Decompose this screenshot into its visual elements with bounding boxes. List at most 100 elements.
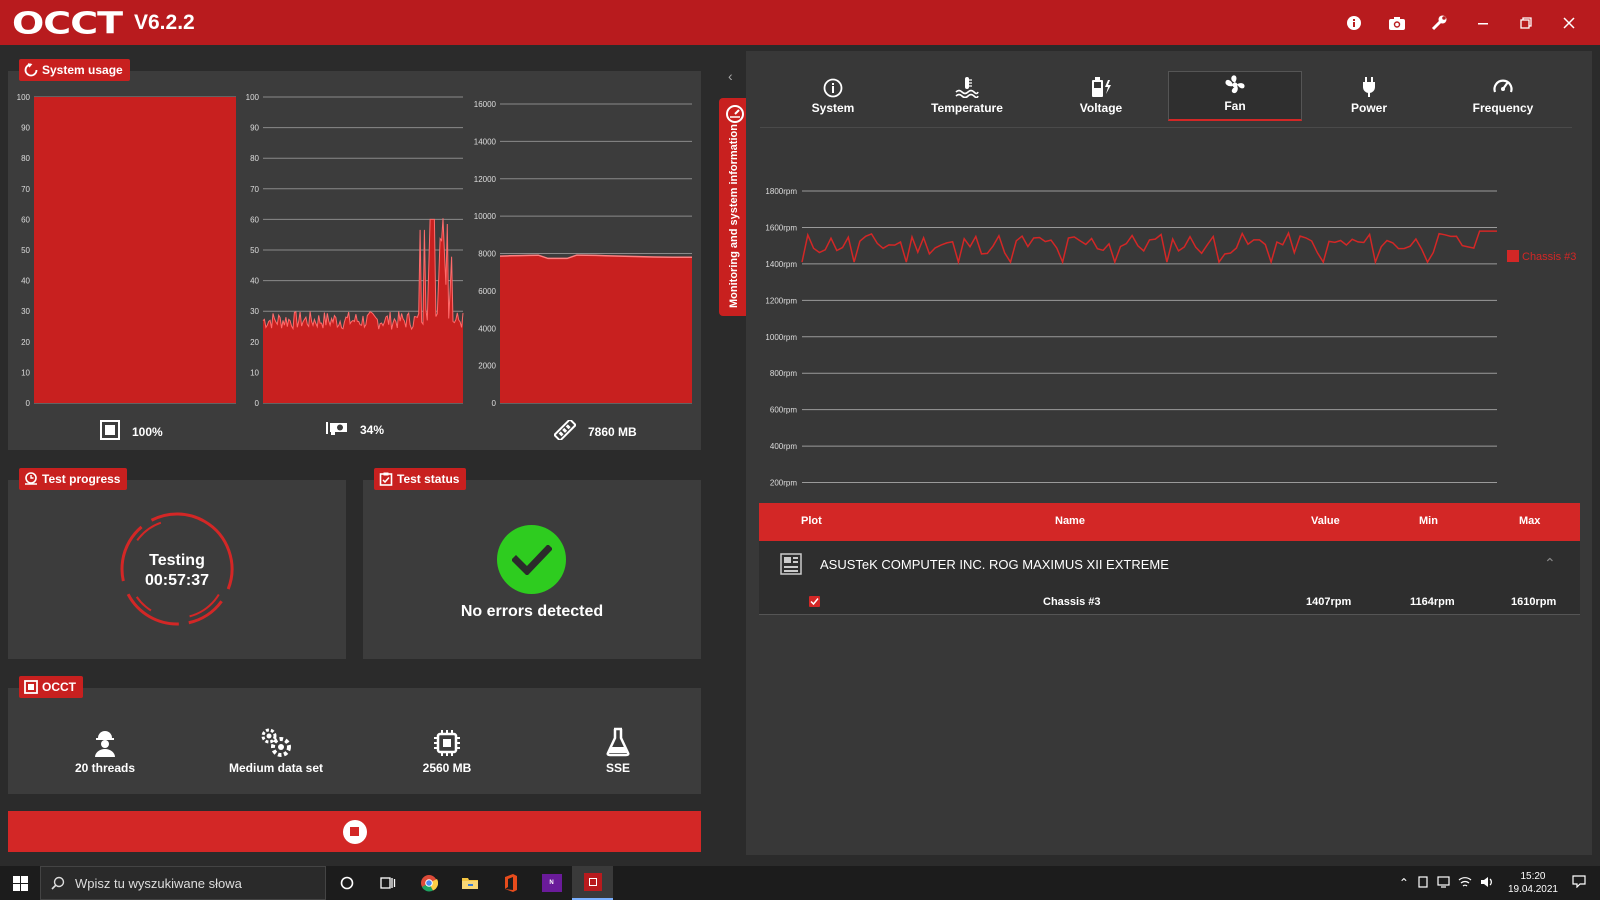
- stop-icon[interactable]: [342, 819, 367, 844]
- y-tick-label: 6000: [478, 287, 496, 296]
- gpu-usage-area: [263, 218, 463, 403]
- col-plot[interactable]: Plot: [801, 515, 822, 527]
- cpu-usage-area: [34, 97, 236, 403]
- device-group-row[interactable]: ASUSTeK COMPUTER INC. ROG MAXIMUS XII EX…: [759, 541, 1580, 615]
- flask-icon: [533, 723, 703, 757]
- y-tick-label: 50: [21, 246, 30, 255]
- info-icon[interactable]: [1332, 0, 1375, 45]
- search-icon: [51, 876, 65, 890]
- plug-icon: [1360, 76, 1378, 98]
- test-status-message: No errors detected: [460, 603, 604, 620]
- instruction-value: SSE: [605, 761, 630, 775]
- tab-power[interactable]: Power: [1302, 71, 1436, 121]
- success-check-icon: [497, 525, 566, 594]
- task-view-icon[interactable]: [367, 866, 408, 900]
- col-value[interactable]: Value: [1311, 515, 1340, 527]
- col-min[interactable]: Min: [1419, 515, 1438, 527]
- y-tick-label: 8000: [478, 250, 496, 259]
- y-tick-label: 0: [492, 399, 497, 408]
- gpu-usage-value: 34%: [360, 422, 385, 437]
- tab-fan[interactable]: Fan: [1168, 71, 1302, 121]
- tray-chevron-up-icon[interactable]: ⌃: [1399, 876, 1409, 890]
- settings-wrench-icon[interactable]: [1418, 0, 1461, 45]
- memory-setting: 2560 MB: [362, 723, 532, 775]
- volume-icon[interactable]: [1480, 876, 1494, 891]
- nzxt-cam-icon[interactable]: N: [531, 866, 572, 900]
- y-tick-label: 70: [250, 185, 259, 194]
- ram-usage: 7860 MB: [552, 417, 637, 443]
- collapse-panel-chevron-icon[interactable]: ‹: [728, 68, 733, 84]
- memory-value: 2560 MB: [422, 761, 472, 775]
- y-tick-label: 1400rpm: [765, 260, 797, 269]
- y-tick-label: 0: [255, 399, 260, 408]
- checkmark-icon: [810, 598, 819, 606]
- minimize-icon[interactable]: [1461, 0, 1504, 45]
- fan-icon: [1224, 74, 1246, 96]
- test-status-panel: No errors detected: [363, 480, 701, 659]
- taskbar-search-input[interactable]: Wpisz tu wyszukiwane słowa: [40, 866, 326, 900]
- close-icon[interactable]: [1547, 0, 1590, 45]
- notification-icon[interactable]: [1572, 875, 1586, 891]
- tab-system[interactable]: System: [766, 71, 900, 121]
- y-tick-label: 60: [250, 215, 259, 224]
- tab-voltage[interactable]: Voltage: [1034, 71, 1168, 121]
- collapse-chevron-up-icon[interactable]: ⌃: [1544, 555, 1556, 572]
- cpu-icon: [100, 420, 120, 443]
- col-name[interactable]: Name: [1055, 515, 1085, 527]
- occt-taskbar-icon[interactable]: [572, 866, 613, 900]
- gpu-usage: 34%: [326, 420, 384, 439]
- y-tick-label: 1000rpm: [765, 333, 797, 342]
- sensor-checkbox[interactable]: [809, 596, 820, 607]
- tray-app-icon[interactable]: [1417, 875, 1429, 891]
- y-tick-label: 100: [246, 93, 260, 102]
- monitoring-side-tab-label: Monitoring and system information: [728, 124, 740, 308]
- occt-config-panel: 20 threads Medium data set 2560 MB SSE: [8, 688, 701, 794]
- y-tick-label: 10: [21, 368, 30, 377]
- y-tick-label: 70: [21, 185, 30, 194]
- screenshot-icon[interactable]: [1375, 0, 1418, 45]
- y-tick-label: 10: [250, 368, 259, 377]
- office-icon[interactable]: [490, 866, 531, 900]
- tab-temperature[interactable]: Temperature: [900, 71, 1034, 121]
- occt-logo-icon: [24, 680, 38, 694]
- y-tick-label: 16000: [474, 100, 497, 109]
- test-progress-text: Testing 00:57:37: [8, 551, 346, 591]
- cpu-usage: 100%: [100, 420, 163, 443]
- dataset-setting: Medium data set: [191, 723, 361, 775]
- legend-label: Chassis #3: [1522, 251, 1576, 263]
- tray-monitor-icon[interactable]: [1437, 875, 1450, 891]
- app-logo: OCCT: [12, 4, 123, 41]
- y-tick-label: 2000: [478, 362, 496, 371]
- y-tick-label: 400rpm: [770, 442, 797, 451]
- device-name: ASUSTeK COMPUTER INC. ROG MAXIMUS XII EX…: [820, 557, 1169, 572]
- temperature-icon: [955, 76, 979, 98]
- y-tick-label: 80: [250, 154, 259, 163]
- app-version: V6.2.2: [134, 10, 195, 34]
- battery-icon: [1089, 76, 1113, 98]
- col-max[interactable]: Max: [1519, 515, 1540, 527]
- title-bar-controls: [1332, 0, 1590, 45]
- y-tick-label: 90: [250, 124, 259, 133]
- y-tick-label: 1200rpm: [765, 296, 797, 305]
- file-explorer-icon[interactable]: [449, 866, 490, 900]
- occt-badge: OCCT: [19, 676, 83, 698]
- network-icon[interactable]: [1458, 876, 1472, 891]
- sensor-table-header: Plot Name Value Min Max: [759, 503, 1580, 541]
- y-tick-label: 90: [21, 124, 30, 133]
- search-placeholder: Wpisz tu wyszukiwane słowa: [75, 875, 242, 891]
- sensor-name: Chassis #3: [1043, 596, 1101, 608]
- y-tick-label: 20: [250, 338, 259, 347]
- stop-test-bar[interactable]: [8, 811, 701, 852]
- chrome-icon[interactable]: [408, 866, 449, 900]
- y-tick-label: 4000: [478, 324, 496, 333]
- y-tick-label: 40: [21, 277, 30, 286]
- restore-icon[interactable]: [1504, 0, 1547, 45]
- cortana-icon[interactable]: [326, 866, 367, 900]
- windows-start-icon[interactable]: [0, 866, 40, 900]
- taskbar-clock[interactable]: 15:20 19.04.2021: [1508, 870, 1558, 896]
- clock-time: 15:20: [1520, 871, 1546, 882]
- ram-usage-area: [500, 255, 692, 403]
- y-tick-label: 600rpm: [770, 406, 797, 415]
- system-usage-badge: System usage: [19, 59, 130, 81]
- tab-frequency[interactable]: Frequency: [1436, 71, 1570, 121]
